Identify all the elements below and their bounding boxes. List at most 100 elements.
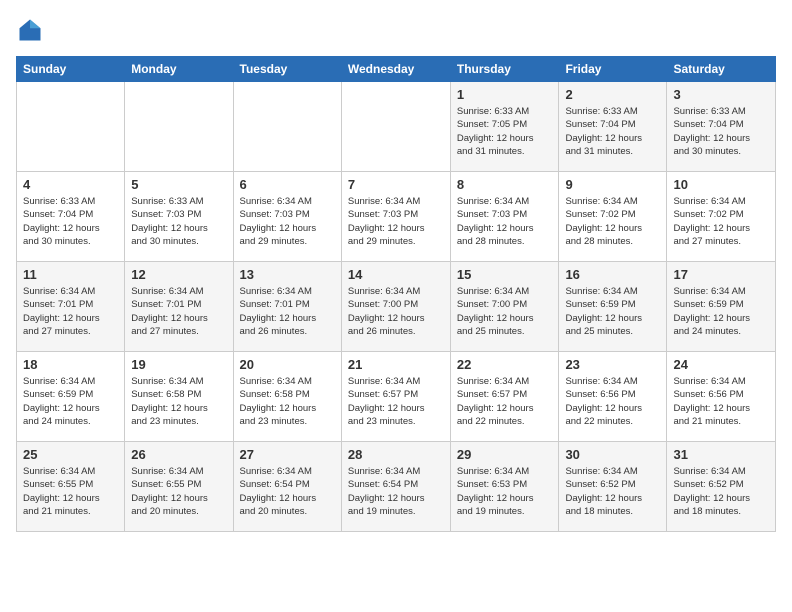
day-info: Sunrise: 6:34 AM Sunset: 7:00 PM Dayligh… — [457, 285, 553, 338]
day-number: 17 — [673, 267, 769, 282]
weekday-header: Sunday — [17, 57, 125, 82]
day-number: 5 — [131, 177, 226, 192]
day-number: 16 — [565, 267, 660, 282]
day-info: Sunrise: 6:34 AM Sunset: 6:59 PM Dayligh… — [565, 285, 660, 338]
day-number: 10 — [673, 177, 769, 192]
day-info: Sunrise: 6:34 AM Sunset: 6:56 PM Dayligh… — [565, 375, 660, 428]
calendar-cell — [17, 82, 125, 172]
day-number: 19 — [131, 357, 226, 372]
day-info: Sunrise: 6:33 AM Sunset: 7:04 PM Dayligh… — [565, 105, 660, 158]
calendar-header-row: SundayMondayTuesdayWednesdayThursdayFrid… — [17, 57, 776, 82]
day-info: Sunrise: 6:34 AM Sunset: 7:02 PM Dayligh… — [673, 195, 769, 248]
day-info: Sunrise: 6:34 AM Sunset: 7:03 PM Dayligh… — [240, 195, 335, 248]
day-number: 29 — [457, 447, 553, 462]
calendar-cell: 12 Sunrise: 6:34 AM Sunset: 7:01 PM Dayli… — [125, 262, 233, 352]
calendar-cell: 9Sunrise: 6:34 AM Sunset: 7:02 PM Daylig… — [559, 172, 667, 262]
calendar-cell: 2 Sunrise: 6:33 AM Sunset: 7:04 PM Daylig… — [559, 82, 667, 172]
day-number: 14 — [348, 267, 444, 282]
calendar-week-row: 11 Sunrise: 6:34 AM Sunset: 7:01 PM Dayli… — [17, 262, 776, 352]
calendar-cell: 25 Sunrise: 6:34 AM Sunset: 6:55 PM Dayli… — [17, 442, 125, 532]
day-number: 8 — [457, 177, 553, 192]
calendar-cell: 31 Sunrise: 6:34 AM Sunset: 6:52 PM Dayli… — [667, 442, 776, 532]
calendar-table: SundayMondayTuesdayWednesdayThursdayFrid… — [16, 56, 776, 532]
day-info: Sunrise: 6:34 AM Sunset: 6:56 PM Dayligh… — [673, 375, 769, 428]
calendar-cell: 19 Sunrise: 6:34 AM Sunset: 6:58 PM Dayli… — [125, 352, 233, 442]
weekday-header: Saturday — [667, 57, 776, 82]
calendar-cell: 8 Sunrise: 6:34 AM Sunset: 7:03 PM Daylig… — [450, 172, 559, 262]
day-number: 9 — [565, 177, 660, 192]
day-info: Sunrise: 6:34 AM Sunset: 7:01 PM Dayligh… — [131, 285, 226, 338]
day-number: 6 — [240, 177, 335, 192]
day-info: Sunrise: 6:34 AM Sunset: 6:52 PM Dayligh… — [673, 465, 769, 518]
day-number: 24 — [673, 357, 769, 372]
day-number: 1 — [457, 87, 553, 102]
day-number: 25 — [23, 447, 118, 462]
day-number: 27 — [240, 447, 335, 462]
calendar-cell: 23Sunrise: 6:34 AM Sunset: 6:56 PM Dayli… — [559, 352, 667, 442]
calendar-cell: 22 Sunrise: 6:34 AM Sunset: 6:57 PM Dayli… — [450, 352, 559, 442]
day-number: 2 — [565, 87, 660, 102]
day-info: Sunrise: 6:34 AM Sunset: 6:59 PM Dayligh… — [673, 285, 769, 338]
day-info: Sunrise: 6:33 AM Sunset: 7:04 PM Dayligh… — [23, 195, 118, 248]
calendar-cell: 18 Sunrise: 6:34 AM Sunset: 6:59 PM Dayli… — [17, 352, 125, 442]
day-number: 4 — [23, 177, 118, 192]
weekday-header: Thursday — [450, 57, 559, 82]
weekday-header: Monday — [125, 57, 233, 82]
calendar-cell — [341, 82, 450, 172]
day-info: Sunrise: 6:34 AM Sunset: 6:52 PM Dayligh… — [565, 465, 660, 518]
calendar-cell: 24 Sunrise: 6:34 AM Sunset: 6:56 PM Dayli… — [667, 352, 776, 442]
day-info: Sunrise: 6:34 AM Sunset: 6:58 PM Dayligh… — [240, 375, 335, 428]
calendar-cell — [125, 82, 233, 172]
day-info: Sunrise: 6:33 AM Sunset: 7:05 PM Dayligh… — [457, 105, 553, 158]
day-number: 31 — [673, 447, 769, 462]
calendar-cell: 13Sunrise: 6:34 AM Sunset: 7:01 PM Dayli… — [233, 262, 341, 352]
calendar-cell: 14 Sunrise: 6:34 AM Sunset: 7:00 PM Dayli… — [341, 262, 450, 352]
calendar-cell: 6 Sunrise: 6:34 AM Sunset: 7:03 PM Daylig… — [233, 172, 341, 262]
calendar-cell: 26Sunrise: 6:34 AM Sunset: 6:55 PM Dayli… — [125, 442, 233, 532]
day-info: Sunrise: 6:34 AM Sunset: 6:57 PM Dayligh… — [348, 375, 444, 428]
day-number: 18 — [23, 357, 118, 372]
calendar-cell: 5 Sunrise: 6:33 AM Sunset: 7:03 PM Daylig… — [125, 172, 233, 262]
calendar-cell: 1 Sunrise: 6:33 AM Sunset: 7:05 PM Daylig… — [450, 82, 559, 172]
calendar-cell: 17 Sunrise: 6:34 AM Sunset: 6:59 PM Dayli… — [667, 262, 776, 352]
day-info: Sunrise: 6:34 AM Sunset: 7:01 PM Dayligh… — [23, 285, 118, 338]
calendar-week-row: 25 Sunrise: 6:34 AM Sunset: 6:55 PM Dayli… — [17, 442, 776, 532]
calendar-cell: 10 Sunrise: 6:34 AM Sunset: 7:02 PM Dayli… — [667, 172, 776, 262]
calendar-cell: 11 Sunrise: 6:34 AM Sunset: 7:01 PM Dayli… — [17, 262, 125, 352]
day-number: 21 — [348, 357, 444, 372]
day-info: Sunrise: 6:34 AM Sunset: 7:03 PM Dayligh… — [348, 195, 444, 248]
day-number: 30 — [565, 447, 660, 462]
day-info: Sunrise: 6:34 AM Sunset: 6:57 PM Dayligh… — [457, 375, 553, 428]
day-info: Sunrise: 6:34 AM Sunset: 7:03 PM Dayligh… — [457, 195, 553, 248]
calendar-cell: 3Sunrise: 6:33 AM Sunset: 7:04 PM Daylig… — [667, 82, 776, 172]
day-number: 7 — [348, 177, 444, 192]
day-number: 28 — [348, 447, 444, 462]
calendar-cell — [233, 82, 341, 172]
day-info: Sunrise: 6:33 AM Sunset: 7:03 PM Dayligh… — [131, 195, 226, 248]
day-number: 11 — [23, 267, 118, 282]
weekday-header: Tuesday — [233, 57, 341, 82]
day-number: 20 — [240, 357, 335, 372]
weekday-header: Wednesday — [341, 57, 450, 82]
day-number: 12 — [131, 267, 226, 282]
day-info: Sunrise: 6:34 AM Sunset: 6:55 PM Dayligh… — [23, 465, 118, 518]
day-info: Sunrise: 6:34 AM Sunset: 6:58 PM Dayligh… — [131, 375, 226, 428]
calendar-cell: 30 Sunrise: 6:34 AM Sunset: 6:52 PM Dayli… — [559, 442, 667, 532]
day-info: Sunrise: 6:34 AM Sunset: 6:59 PM Dayligh… — [23, 375, 118, 428]
calendar-week-row: 4 Sunrise: 6:33 AM Sunset: 7:04 PM Daylig… — [17, 172, 776, 262]
logo-icon — [16, 16, 44, 44]
calendar-week-row: 18 Sunrise: 6:34 AM Sunset: 6:59 PM Dayli… — [17, 352, 776, 442]
day-info: Sunrise: 6:34 AM Sunset: 6:53 PM Dayligh… — [457, 465, 553, 518]
calendar-cell: 27 Sunrise: 6:34 AM Sunset: 6:54 PM Dayli… — [233, 442, 341, 532]
day-number: 15 — [457, 267, 553, 282]
logo — [16, 16, 48, 44]
day-info: Sunrise: 6:34 AM Sunset: 7:01 PM Dayligh… — [240, 285, 335, 338]
calendar-cell: 21 Sunrise: 6:34 AM Sunset: 6:57 PM Dayli… — [341, 352, 450, 442]
day-info: Sunrise: 6:34 AM Sunset: 7:00 PM Dayligh… — [348, 285, 444, 338]
calendar-cell: 20 Sunrise: 6:34 AM Sunset: 6:58 PM Dayli… — [233, 352, 341, 442]
day-info: Sunrise: 6:33 AM Sunset: 7:04 PM Dayligh… — [673, 105, 769, 158]
day-number: 22 — [457, 357, 553, 372]
day-info: Sunrise: 6:34 AM Sunset: 6:54 PM Dayligh… — [240, 465, 335, 518]
day-info: Sunrise: 6:34 AM Sunset: 6:55 PM Dayligh… — [131, 465, 226, 518]
day-info: Sunrise: 6:34 AM Sunset: 6:54 PM Dayligh… — [348, 465, 444, 518]
